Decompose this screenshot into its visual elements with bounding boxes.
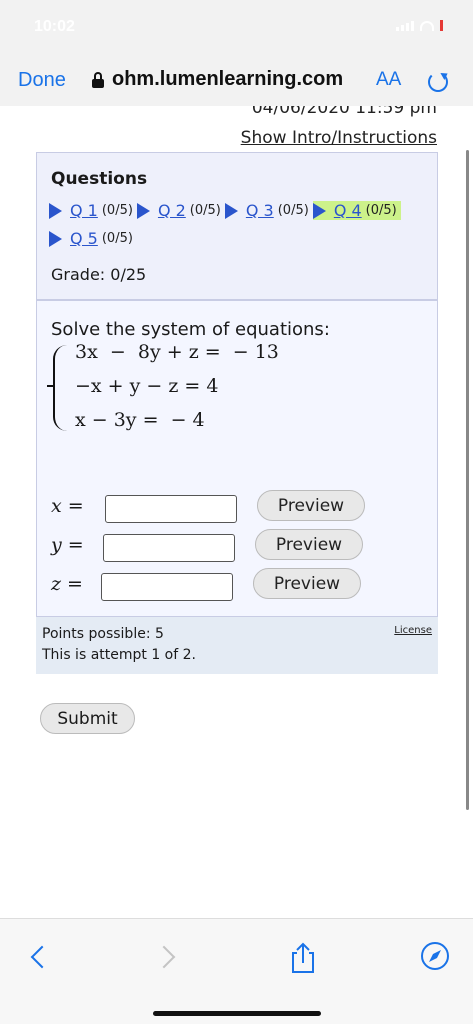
question-link[interactable]: Q 4 — [334, 201, 362, 220]
question-item-3[interactable]: Q 3 (0/5) — [224, 201, 309, 220]
play-arrow-icon — [312, 202, 326, 219]
status-bar: 10:02 — [0, 0, 473, 58]
equation-3: x − 3y = − 4 — [75, 409, 205, 431]
reload-icon[interactable] — [428, 72, 448, 92]
x-label: x = — [51, 495, 84, 517]
question-score: (0/5) — [101, 203, 133, 218]
play-arrow-icon — [49, 230, 62, 247]
question-score: (0/5) — [101, 231, 133, 246]
share-icon[interactable] — [288, 941, 318, 973]
question-item-5[interactable]: Q 5 (0/5) — [49, 229, 133, 248]
back-icon[interactable] — [26, 941, 56, 971]
y-label: y = — [51, 534, 84, 556]
question-link[interactable]: Q 5 — [70, 229, 98, 248]
due-date: 04/06/2020 11:59 pm — [251, 106, 437, 118]
equation-2: −x + y − z = 4 — [75, 375, 219, 397]
wifi-icon — [420, 21, 434, 31]
browser-toolbar — [0, 918, 473, 1024]
text-size-button[interactable]: AA — [376, 69, 401, 91]
play-arrow-icon — [49, 202, 62, 219]
done-button[interactable]: Done — [18, 69, 66, 92]
question-item-1[interactable]: Q 1 (0/5) — [49, 201, 133, 220]
z-preview-button[interactable]: Preview — [253, 568, 361, 599]
forward-icon[interactable] — [152, 941, 182, 971]
questions-title: Questions — [51, 169, 148, 189]
question-row-2: Q 5 (0/5) — [49, 229, 137, 248]
z-label: z = — [51, 573, 83, 595]
battery-icon — [440, 20, 443, 31]
grade-text: Grade: 0/25 — [51, 265, 147, 284]
status-icons — [396, 20, 443, 31]
question-link[interactable]: Q 2 — [158, 201, 186, 220]
z-answer-input[interactable] — [101, 573, 233, 601]
question-link[interactable]: Q 1 — [70, 201, 98, 220]
intro-instructions-link[interactable]: Show Intro/Instructions — [241, 128, 437, 148]
lock-icon — [92, 72, 104, 88]
problem-footer: Points possible: 5 This is attempt 1 of … — [36, 616, 438, 674]
license-link[interactable]: License — [394, 625, 432, 636]
question-item-4-current[interactable]: Q 4 (0/5) — [312, 201, 401, 220]
brace-symbol — [47, 345, 67, 431]
play-arrow-icon — [136, 202, 150, 219]
question-row-1: Q 1 (0/5) Q 2 (0/5) Q 3 (0/5) Q 4 (0/5) — [49, 201, 405, 220]
question-score: (0/5) — [277, 203, 309, 218]
question-item-2[interactable]: Q 2 (0/5) — [136, 201, 221, 220]
compass-icon[interactable] — [420, 941, 450, 971]
question-link[interactable]: Q 3 — [246, 201, 274, 220]
x-answer-input[interactable] — [105, 495, 237, 523]
scroll-indicator — [466, 150, 469, 810]
questions-panel: Questions Q 1 (0/5) Q 2 (0/5) Q 3 (0/5) … — [36, 152, 438, 300]
page-content: 04/06/2020 11:59 pm Show Intro/Instructi… — [0, 106, 473, 918]
submit-button[interactable]: Submit — [40, 703, 135, 734]
equation-1: 3x − 8y + z = − 13 — [75, 341, 279, 363]
y-answer-input[interactable] — [103, 534, 235, 562]
y-preview-button[interactable]: Preview — [255, 529, 363, 560]
problem-prompt: Solve the system of equations: — [51, 319, 330, 340]
question-score: (0/5) — [365, 203, 397, 218]
url-text[interactable]: ohm.lumenlearning.com — [112, 68, 343, 91]
attempt-text: This is attempt 1 of 2. — [42, 647, 196, 663]
status-time: 10:02 — [34, 18, 75, 35]
question-score: (0/5) — [189, 203, 221, 218]
play-arrow-icon — [224, 202, 238, 219]
browser-nav-bar: Done ohm.lumenlearning.com AA — [0, 58, 473, 106]
signal-icon — [396, 21, 414, 31]
x-preview-button[interactable]: Preview — [257, 490, 365, 521]
home-indicator — [153, 1011, 321, 1016]
points-possible: Points possible: 5 — [42, 626, 164, 642]
